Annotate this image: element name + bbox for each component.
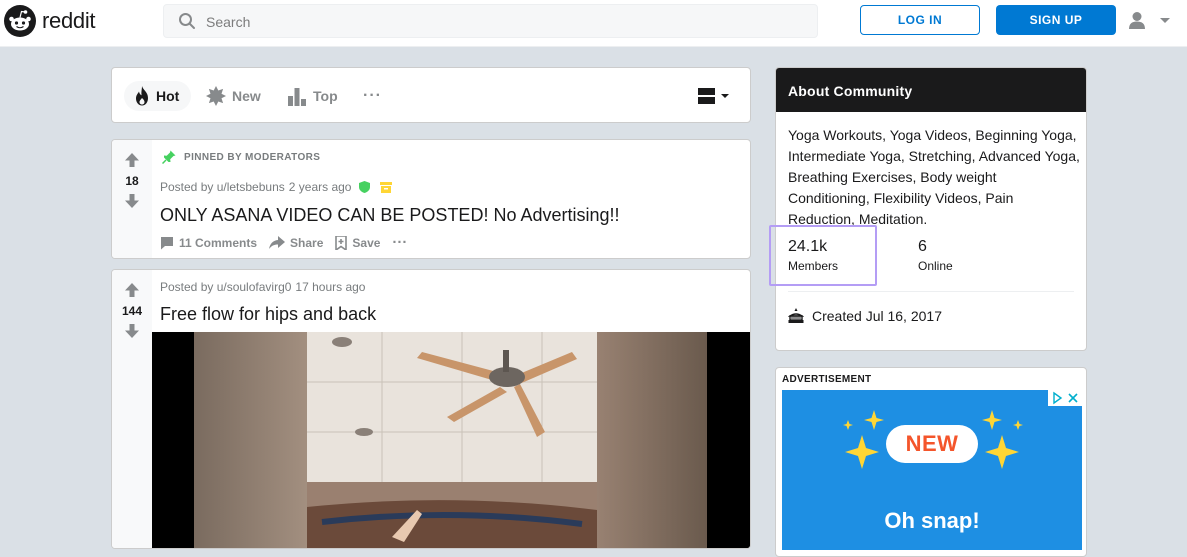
pinned-label: PINNED BY MODERATORS	[184, 151, 321, 163]
post-card-pinned[interactable]: 18 PINNED BY MODERATORS Posted by u/lets…	[111, 139, 751, 259]
post-age[interactable]: 17 hours ago	[295, 280, 365, 294]
comments-label: 11 Comments	[179, 235, 258, 250]
user-menu-dropdown[interactable]	[1126, 10, 1174, 32]
flame-icon	[136, 86, 148, 106]
online-stat: 6 Online	[918, 238, 953, 273]
save-label: Save	[352, 235, 381, 250]
ad-headline: Oh snap!	[884, 508, 980, 533]
about-community-card: About Community Yoga Workouts, Yoga Vide…	[775, 67, 1087, 351]
view-toggle-dropdown[interactable]	[698, 87, 734, 105]
chevron-down-icon	[1160, 18, 1170, 23]
save-button[interactable]: Save	[335, 235, 381, 250]
upvote-arrow-icon[interactable]	[124, 152, 140, 168]
sort-hot-button[interactable]: Hot	[124, 81, 192, 111]
video-player[interactable]	[152, 332, 750, 548]
members-stat: 24.1k Members	[788, 238, 838, 273]
post-meta: Posted by u/letsbebuns 2 years ago	[160, 180, 393, 194]
post-actions: 11 Comments Share Save ···	[160, 234, 419, 251]
ad-choices-badge[interactable]	[1048, 390, 1082, 406]
card-view-icon	[698, 88, 715, 104]
post-author[interactable]: Posted by u/soulofavirg0	[160, 280, 291, 294]
log-in-label: LOG IN	[897, 13, 943, 27]
share-label: Share	[290, 235, 324, 250]
downvote-arrow-icon[interactable]	[124, 193, 140, 209]
ad-new-badge: NEW	[886, 425, 978, 463]
share-button[interactable]: Share	[269, 236, 323, 250]
sort-bar: Hot New Top ···	[111, 67, 751, 123]
divider	[788, 291, 1074, 292]
sort-hot-label: Hot	[156, 88, 180, 104]
more-options-icon: ···	[392, 234, 408, 251]
post-card-video[interactable]: 144 Posted by u/soulofavirg0 17 hours ag…	[111, 269, 751, 549]
search-bar[interactable]	[163, 4, 818, 38]
created-date: Created Jul 16, 2017	[788, 308, 942, 324]
post-meta: Posted by u/soulofavirg0 17 hours ago	[160, 280, 365, 294]
about-community-heading: About Community	[776, 68, 1086, 112]
post-more-button[interactable]: ···	[392, 234, 407, 251]
members-label: Members	[788, 259, 839, 273]
ad-choices-icon	[1048, 390, 1082, 406]
members-count: 24.1k	[788, 238, 828, 255]
search-input[interactable]	[204, 11, 808, 33]
video-frame-image	[152, 332, 750, 548]
sort-top-button[interactable]: Top	[287, 81, 338, 111]
community-description: Yoga Workouts, Yoga Videos, Beginning Yo…	[788, 127, 1080, 227]
online-count: 6	[918, 238, 927, 255]
post-age[interactable]: 2 years ago	[289, 180, 352, 194]
user-icon	[1129, 12, 1145, 29]
vote-column: 144	[112, 270, 152, 548]
sign-up-button[interactable]: SIGN UP	[996, 5, 1116, 35]
bookmark-plus-icon	[335, 235, 348, 250]
top-navigation-bar: reddit LOG IN SIGN UP	[0, 0, 1187, 47]
cake-icon	[788, 308, 804, 323]
sun-burst-icon	[206, 86, 226, 106]
log-in-button[interactable]: LOG IN	[860, 5, 980, 35]
vote-score: 144	[121, 304, 143, 318]
reddit-logo-icon[interactable]	[4, 5, 36, 37]
downvote-arrow-icon[interactable]	[124, 323, 140, 339]
pin-icon	[162, 150, 176, 164]
search-icon	[179, 13, 195, 29]
sort-top-label: Top	[313, 88, 338, 104]
more-options-icon: ···	[363, 87, 382, 104]
advertisement-card: ADVERTISEMENT NEW Oh snap!	[775, 367, 1087, 557]
post-title[interactable]: Free flow for hips and back	[160, 304, 376, 325]
post-title[interactable]: ONLY ASANA VIDEO CAN BE POSTED! No Adver…	[160, 205, 620, 226]
sort-new-button[interactable]: New	[206, 81, 261, 111]
online-label: Online	[918, 259, 953, 273]
vote-column: 18	[112, 140, 152, 258]
bar-chart-icon	[288, 88, 306, 106]
pinned-indicator: PINNED BY MODERATORS	[162, 150, 320, 164]
reddit-wordmark[interactable]: reddit	[42, 8, 96, 34]
created-label: Created Jul 16, 2017	[812, 308, 942, 324]
announcement-icon	[380, 181, 393, 193]
post-author[interactable]: Posted by u/letsbebuns	[160, 180, 285, 194]
advertisement-label: ADVERTISEMENT	[782, 374, 872, 385]
vote-score: 18	[125, 174, 139, 188]
comments-button[interactable]: 11 Comments	[160, 236, 257, 250]
upvote-arrow-icon[interactable]	[124, 282, 140, 298]
comment-icon	[161, 236, 173, 249]
ad-banner[interactable]: NEW Oh snap!	[782, 390, 1082, 550]
sort-new-label: New	[232, 88, 261, 104]
chevron-down-icon	[721, 94, 729, 98]
moderator-shield-icon	[359, 181, 371, 193]
sort-more-button[interactable]: ···	[363, 81, 382, 111]
sign-up-label: SIGN UP	[1029, 13, 1083, 27]
share-arrow-icon	[269, 236, 286, 249]
